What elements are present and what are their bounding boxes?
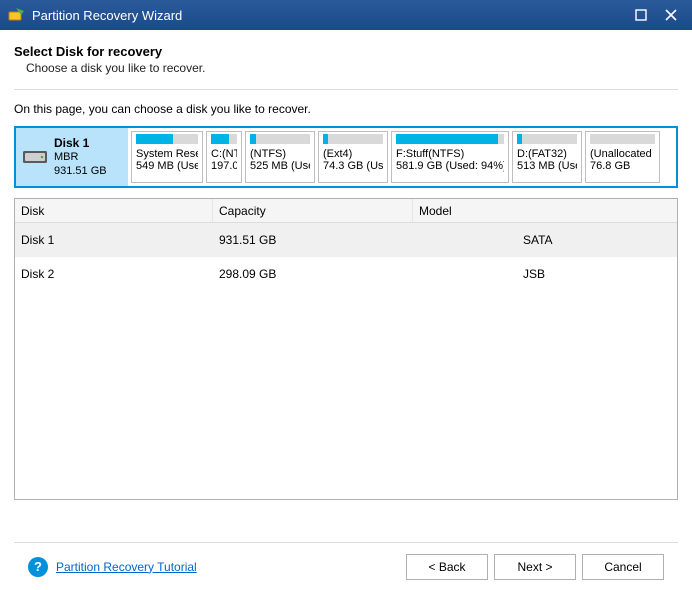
col-header-capacity[interactable]: Capacity (213, 199, 413, 222)
col-header-model[interactable]: Model (413, 199, 677, 222)
partition-block[interactable]: System Rese549 MB (Use (131, 131, 203, 183)
col-header-disk[interactable]: Disk (15, 199, 213, 222)
partition-sublabel: 197.0 (211, 160, 237, 172)
partition-label: D:(FAT32) (517, 148, 577, 160)
partition-sublabel: 74.3 GB (Use (323, 160, 383, 172)
close-button[interactable] (656, 0, 686, 30)
partition-block[interactable]: (Ext4)74.3 GB (Use (318, 131, 388, 183)
table-body: Disk 1931.51 GBSATADisk 2298.09 GBJSB (15, 223, 677, 291)
partition-label: (NTFS) (250, 148, 310, 160)
partition-sublabel: 581.9 GB (Used: 94%) (396, 160, 504, 172)
partition-label: C:(NT (211, 148, 237, 160)
cell-capacity: 298.09 GB (213, 267, 413, 281)
tutorial-link[interactable]: Partition Recovery Tutorial (56, 560, 197, 574)
divider (14, 89, 678, 90)
disk-scheme: MBR (54, 151, 107, 165)
partition-label: System Rese (136, 148, 198, 160)
page-heading: Select Disk for recovery (14, 44, 678, 59)
next-button[interactable]: Next > (494, 554, 576, 580)
usage-bar (136, 134, 198, 144)
cell-disk: Disk 1 (15, 233, 213, 247)
partition-sublabel: 513 MB (Use (517, 160, 577, 172)
cell-model: JSB (413, 267, 677, 281)
cell-disk: Disk 2 (15, 267, 213, 281)
partition-block[interactable]: D:(FAT32)513 MB (Use (512, 131, 582, 183)
partition-sublabel: 525 MB (Use (250, 160, 310, 172)
usage-bar (517, 134, 577, 144)
maximize-button[interactable] (626, 0, 656, 30)
partition-sublabel: 549 MB (Use (136, 160, 198, 172)
page-subheading: Choose a disk you like to recover. (26, 61, 678, 75)
partition-block[interactable]: C:(NT197.0 (206, 131, 242, 183)
cell-model: SATA (413, 233, 677, 247)
partition-sublabel: 76.8 GB (590, 160, 655, 172)
table-row[interactable]: Disk 2298.09 GBJSB (15, 257, 677, 291)
table-header: Disk Capacity Model (15, 199, 677, 223)
disk-size: 931.51 GB (54, 165, 107, 179)
hdd-icon (22, 147, 48, 167)
cell-capacity: 931.51 GB (213, 233, 413, 247)
usage-bar (323, 134, 383, 144)
disk-name: Disk 1 (54, 136, 107, 151)
footer: ? Partition Recovery Tutorial < Back Nex… (14, 542, 678, 590)
app-icon (8, 6, 26, 24)
partition-list: System Rese549 MB (UseC:(NT197.0(NTFS)52… (128, 128, 676, 186)
partition-label: (Unallocated (590, 148, 655, 160)
partition-block[interactable]: (NTFS)525 MB (Use (245, 131, 315, 183)
help-icon[interactable]: ? (28, 557, 48, 577)
usage-bar (590, 134, 655, 144)
usage-bar (250, 134, 310, 144)
usage-bar (211, 134, 237, 144)
usage-bar (396, 134, 504, 144)
cancel-button[interactable]: Cancel (582, 554, 664, 580)
disk-partition-strip[interactable]: Disk 1 MBR 931.51 GB System Rese549 MB (… (14, 126, 678, 188)
partition-block[interactable]: (Unallocated76.8 GB (585, 131, 660, 183)
window-title: Partition Recovery Wizard (32, 8, 626, 23)
back-button[interactable]: < Back (406, 554, 488, 580)
partition-label: (Ext4) (323, 148, 383, 160)
disk-table: Disk Capacity Model Disk 1931.51 GBSATAD… (14, 198, 678, 500)
titlebar: Partition Recovery Wizard (0, 0, 692, 30)
table-row[interactable]: Disk 1931.51 GBSATA (15, 223, 677, 257)
partition-block[interactable]: F:Stuff(NTFS)581.9 GB (Used: 94%) (391, 131, 509, 183)
instruction-text: On this page, you can choose a disk you … (14, 102, 678, 116)
disk-info-panel[interactable]: Disk 1 MBR 931.51 GB (16, 128, 128, 186)
partition-label: F:Stuff(NTFS) (396, 148, 504, 160)
